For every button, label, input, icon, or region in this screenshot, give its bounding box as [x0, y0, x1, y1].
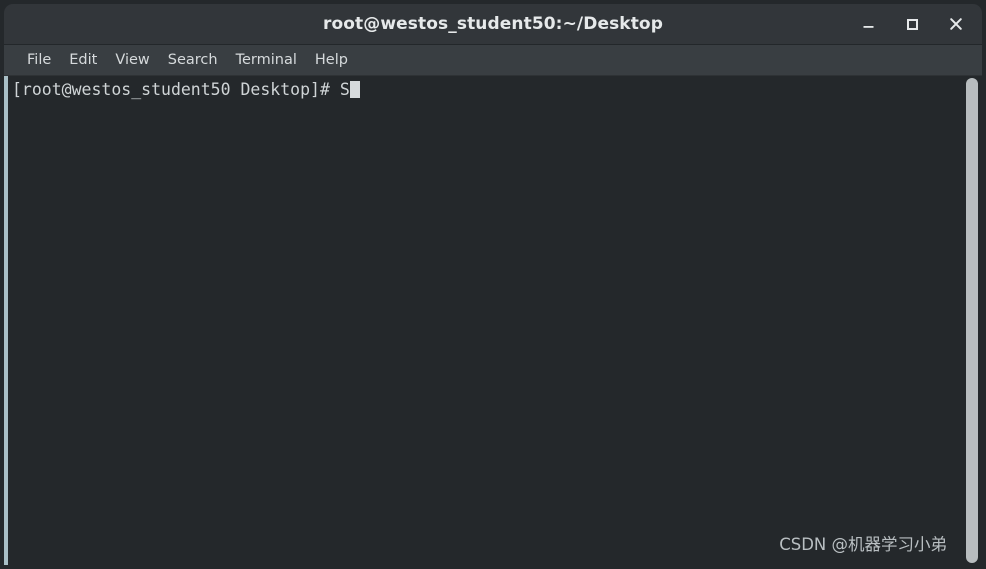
menu-item-view[interactable]: View — [106, 50, 158, 70]
command-input-text: S — [339, 80, 350, 99]
minimize-icon — [863, 25, 873, 28]
scrollbar-thumb[interactable] — [966, 78, 978, 563]
close-icon — [950, 18, 962, 30]
maximize-button[interactable] — [900, 12, 924, 36]
window-title: root@westos_student50:~/Desktop — [323, 14, 663, 34]
terminal-screen[interactable]: [root@westos_student50 Desktop]# S CSDN … — [8, 76, 961, 565]
menu-item-help[interactable]: Help — [306, 50, 357, 70]
menu-bar: File Edit View Search Terminal Help — [4, 45, 982, 76]
text-cursor — [349, 81, 360, 98]
maximize-icon — [906, 18, 918, 30]
window-controls — [856, 4, 974, 44]
title-bar: root@westos_student50:~/Desktop — [4, 4, 982, 45]
menu-item-terminal[interactable]: Terminal — [227, 50, 306, 70]
terminal-scrollbar[interactable] — [961, 76, 982, 565]
terminal-window: root@westos_student50:~/Desktop File Edi… — [0, 0, 986, 569]
menu-item-file[interactable]: File — [18, 50, 60, 70]
menu-item-edit[interactable]: Edit — [60, 50, 106, 70]
close-button[interactable] — [944, 12, 968, 36]
minimize-button[interactable] — [856, 12, 880, 36]
prompt-text: [root@westos_student50 Desktop]# — [12, 80, 340, 99]
terminal-area: [root@westos_student50 Desktop]# S CSDN … — [4, 76, 982, 565]
terminal-prompt-line: [root@westos_student50 Desktop]# S — [9, 80, 961, 100]
menu-item-search[interactable]: Search — [159, 50, 227, 70]
csdn-watermark: CSDN @机器学习小弟 — [779, 535, 947, 554]
